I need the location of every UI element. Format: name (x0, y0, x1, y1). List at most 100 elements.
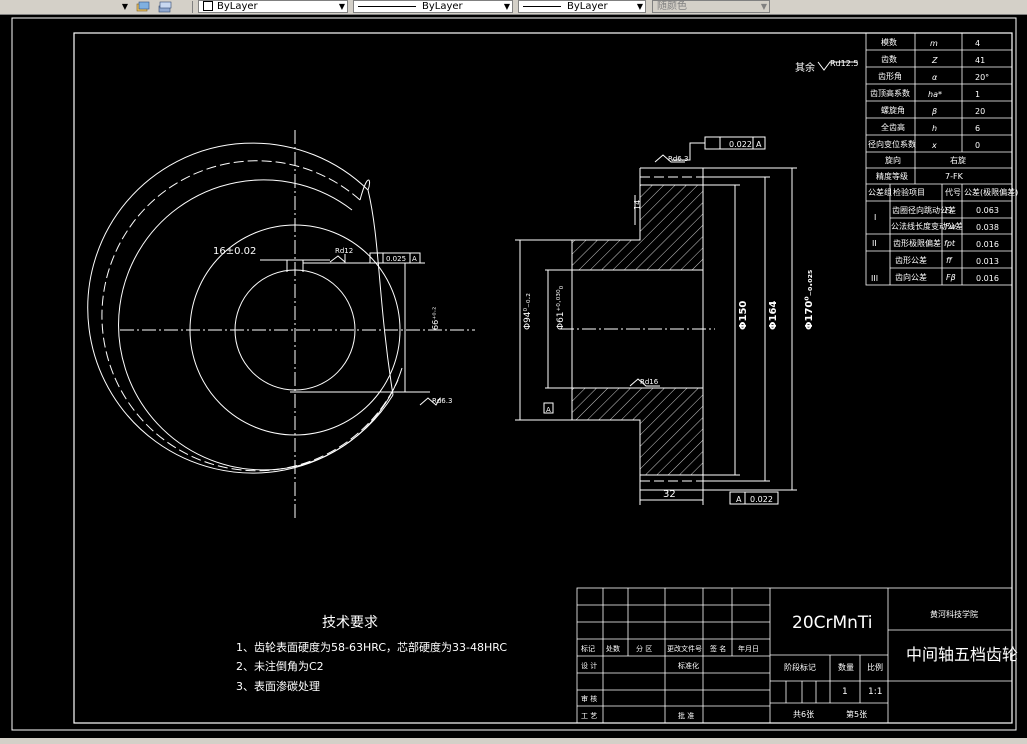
properties-toolbar: ▼ ByLayer ▼ ByLayer ▼ ByLayer ▼ 随颜色 ▼ (0, 0, 1027, 15)
param-symbol: Z (931, 56, 938, 65)
param-symbol: m (930, 39, 938, 48)
material-name: 20CrMnTi (792, 613, 873, 633)
roughness-rd63-label: Rd6.3 (432, 397, 452, 405)
col-docno: 更改文件号 (667, 644, 702, 653)
approve-label: 批 准 (678, 711, 694, 720)
tol-value: 0.038 (976, 223, 999, 232)
param-label: 径向变位系数 (868, 139, 916, 149)
tol-header-value: 公差(极限偏差) (964, 187, 1018, 197)
dim-170: Φ170⁰₋₀.₀₂₅ (804, 270, 815, 330)
tol-code: fpt (944, 239, 956, 248)
layer-combo[interactable]: ByLayer ▼ (198, 0, 348, 13)
tol-code: ff (946, 256, 953, 265)
param-symbol: β (931, 107, 937, 116)
stage-label: 阶段标记 (784, 662, 816, 672)
col-zone: 分 区 (636, 644, 652, 653)
col-date: 年月日 (738, 644, 759, 653)
param-value: 1 (975, 90, 980, 99)
sheet-number: 第5张 (846, 709, 867, 719)
flatness-tolerance: 0.025 (386, 255, 406, 263)
school-name: 黄河科技学院 (930, 609, 978, 619)
keyway-depth-dim: 66⁺⁰·² (431, 307, 440, 330)
chevron-down-icon[interactable]: ▼ (637, 1, 643, 12)
drawing-canvas[interactable]: 16±0.02 Rd12 0.025 A 66⁺⁰·² Rd6.3 0.022 … (0, 14, 1027, 738)
tech-req-title: 技术要求 (322, 615, 378, 631)
chevron-down-icon[interactable]: ▼ (504, 1, 510, 12)
lineweight-combo[interactable]: ByLayer ▼ (518, 0, 646, 13)
dim-150: Φ150 (738, 301, 749, 330)
lower-section (571, 387, 704, 476)
tol-value: 0.016 (976, 240, 999, 249)
col-sign: 签 名 (710, 644, 726, 653)
dim-14: 14 (633, 200, 642, 210)
roughness-rd12-label: Rd12 (335, 247, 353, 255)
tech-req-item: 2、未注倒角为C2 (236, 659, 324, 673)
dim-164: Φ164 (768, 301, 779, 330)
param-symbol: h (932, 124, 937, 133)
tol-value: 0.063 (976, 206, 999, 215)
tol-item: 齿形极限偏差 (893, 238, 941, 248)
param-symbol: ha* (928, 90, 942, 99)
status-bar (0, 738, 1027, 744)
accuracy-label: 精度等级 (876, 171, 908, 181)
review-label: 审 核 (581, 694, 597, 703)
linetype-combo[interactable]: ByLayer ▼ (353, 0, 513, 13)
dim-94: Φ94⁰₋₀.₂ (523, 293, 533, 330)
param-value: 20° (975, 73, 989, 82)
plotstyle-combo-value: 随颜色 (657, 1, 687, 12)
datum-a-label: A (412, 255, 417, 263)
layer-states-icon[interactable] (136, 1, 150, 13)
runout-bottom-datum: A (736, 495, 742, 504)
keyway-width-dim: 16±0.02 (213, 246, 256, 257)
param-value: 6 (975, 124, 980, 133)
param-label: 螺旋角 (881, 105, 905, 115)
param-value: 0 (975, 141, 980, 150)
upper-section (571, 184, 704, 271)
layer-combo-value: ByLayer (217, 1, 258, 12)
param-symbol: α (932, 73, 938, 82)
tol-group: II (872, 239, 877, 248)
tol-value: 0.016 (976, 274, 999, 283)
param-value: 41 (975, 56, 985, 65)
chevron-down-icon[interactable]: ▼ (761, 1, 767, 12)
roughness-other-label: 其余 (795, 61, 815, 74)
tip-circle-arc (87, 142, 394, 474)
param-symbol: x (931, 141, 937, 150)
gear-front-view (87, 130, 475, 520)
roughness-symbol-rd12 (329, 254, 346, 264)
dropdown-arrow-icon[interactable]: ▼ (120, 1, 130, 13)
param-label: 齿数 (881, 54, 897, 64)
tol-code: Fr (945, 206, 954, 215)
param-label: 齿顶高系数 (870, 88, 910, 98)
chevron-down-icon[interactable]: ▼ (339, 1, 345, 12)
dim-61: Φ61⁺⁰·⁰³⁰₀ (556, 285, 566, 330)
datum-a-marker: A (546, 406, 551, 414)
scale-value: 1:1 (868, 687, 882, 697)
tech-req-item: 1、齿轮表面硬度为58-63HRC，芯部硬度为33-48HRC (236, 640, 507, 654)
tol-code: Fw (945, 222, 957, 231)
weight-label: 数量 (838, 662, 854, 672)
runout-bottom-value: 0.022 (750, 495, 773, 504)
toolbar-separator (192, 1, 193, 13)
tech-req-item: 3、表面渗碳处理 (236, 679, 320, 693)
layer-previous-icon[interactable] (158, 1, 172, 13)
width-dim: 32 (663, 489, 676, 500)
scale-label: 比例 (867, 662, 883, 672)
roughness-other-value: Rd12.5 (830, 59, 858, 68)
tol-code: Fβ (946, 273, 956, 282)
tol-header-code: 代号 (945, 187, 961, 197)
tol-item: 齿向公差 (895, 272, 927, 282)
col-mark: 标记 (581, 644, 595, 653)
plotstyle-combo[interactable]: 随颜色 ▼ (652, 0, 770, 13)
tol-value: 0.013 (976, 257, 999, 266)
accuracy-value: 7-FK (945, 172, 964, 181)
lineweight-combo-value: ByLayer (567, 1, 608, 12)
param-value: 20 (975, 107, 985, 116)
part-name: 中间轴五档齿轮 (906, 645, 1018, 664)
param-label: 模数 (881, 37, 897, 47)
total-sheets: 共6张 (793, 710, 814, 719)
roughness-top-label: Rd6.3 (668, 155, 688, 163)
param-label: 齿形角 (878, 71, 902, 81)
tol-group: III (871, 274, 878, 283)
col-qty: 处数 (606, 644, 620, 653)
